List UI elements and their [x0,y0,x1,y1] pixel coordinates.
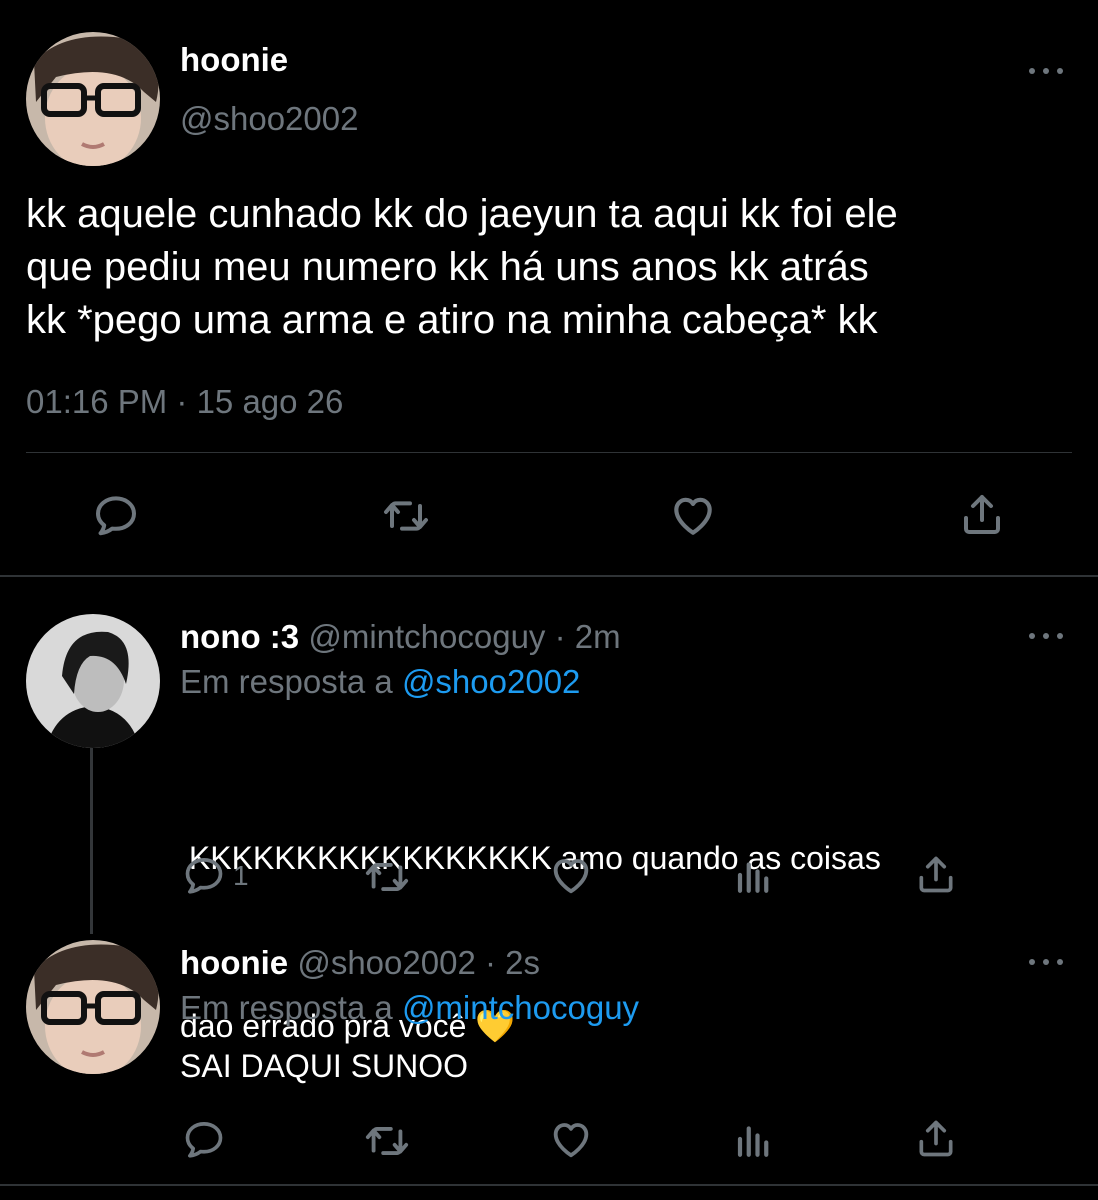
divider [26,452,1072,453]
reply1-time[interactable]: · 2m [555,618,621,655]
reply1-reply-prefix: Em resposta a [180,663,393,700]
avatar-hoonie[interactable] [26,32,160,166]
reply-icon[interactable] [182,1118,226,1162]
thread-line [90,748,93,934]
main-handle[interactable]: @shoo2002 [180,99,358,139]
more-options-icon[interactable] [1029,64,1063,78]
avatar-hoonie-image [26,32,160,166]
reply1-handle[interactable]: @mintchocoguy [308,618,545,655]
share-icon[interactable] [914,1116,958,1160]
retweet-icon[interactable] [364,1118,410,1164]
section-divider [0,575,1098,577]
analytics-icon[interactable] [733,854,775,896]
like-icon[interactable] [668,490,718,540]
retweet-icon[interactable] [382,492,430,540]
reply-icon[interactable] [92,492,140,540]
reply1-context: Em resposta a @shoo2002 [180,662,580,702]
reply2-text: SAI DAQUI SUNOO [180,1048,469,1084]
share-icon[interactable] [958,490,1006,538]
reply1-reply-count: 1 [233,860,249,891]
analytics-icon[interactable] [733,1118,775,1160]
like-icon[interactable] [548,852,594,898]
reply1-header: nono :3 @mintchocoguy · 2m [180,617,621,657]
main-tweet-line: que pediu meu numero kk há uns anos kk a… [26,245,869,289]
main-tweet-line: kk *pego uma arma e atiro na minha cabeç… [26,298,878,342]
avatar-nono-image [26,614,160,748]
reply2-time[interactable]: · 2s [485,944,540,981]
reply2-display-name[interactable]: hoonie [180,944,288,981]
reply1-display-name[interactable]: nono :3 [180,618,299,655]
reply1-text-line: KKKKKKKKKKKKKKKKK amo quando as coisas [180,840,881,876]
reply2-context: Em resposta a @mintchocoguy [180,988,639,1028]
retweet-icon[interactable] [364,854,410,900]
bottom-divider [0,1184,1098,1186]
reply2-handle[interactable]: @shoo2002 [297,944,475,981]
reply-icon[interactable] [182,854,226,898]
like-icon[interactable] [548,1116,594,1162]
main-tweet-text: kk aquele cunhado kk do jaeyun ta aqui k… [26,188,898,347]
avatar-nono[interactable] [26,614,160,748]
main-timestamp[interactable]: 01:16 PM · 15 ago 26 [26,382,343,422]
reply2-reply-to-link[interactable]: @mintchocoguy [402,989,639,1026]
main-tweet-line: kk aquele cunhado kk do jaeyun ta aqui k… [26,192,898,236]
more-options-icon[interactable] [1029,955,1063,969]
reply2-reply-prefix: Em resposta a [180,989,393,1026]
main-display-name[interactable]: hoonie [180,40,288,80]
avatar-hoonie-image [26,940,160,1074]
share-icon[interactable] [914,852,958,896]
reply1-reply-to-link[interactable]: @shoo2002 [402,663,580,700]
more-options-icon[interactable] [1029,629,1063,643]
reply2-header: hoonie @shoo2002 · 2s [180,943,540,983]
avatar-hoonie[interactable] [26,940,160,1074]
